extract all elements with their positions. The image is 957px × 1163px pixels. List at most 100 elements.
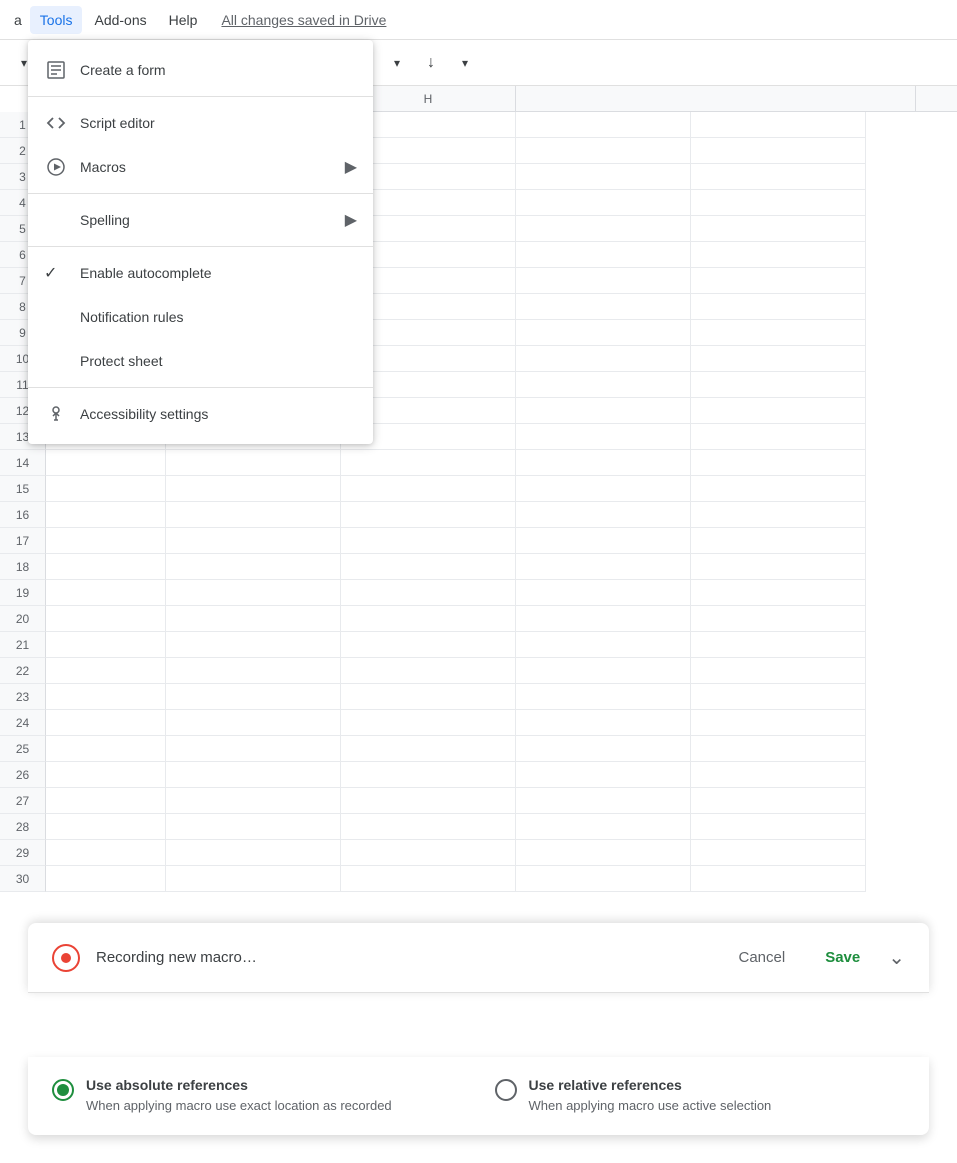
cell[interactable] [691, 398, 866, 424]
cell[interactable] [46, 476, 166, 502]
valign-dropdown[interactable]: ▾ [449, 47, 481, 79]
cell[interactable] [516, 164, 691, 190]
cell[interactable] [516, 658, 691, 684]
cell[interactable] [691, 684, 866, 710]
cell[interactable] [166, 788, 341, 814]
cell[interactable] [341, 606, 516, 632]
cell[interactable] [516, 242, 691, 268]
addons-menu[interactable]: Add-ons [84, 6, 156, 34]
cell[interactable] [691, 606, 866, 632]
cell[interactable] [46, 710, 166, 736]
cell[interactable] [516, 528, 691, 554]
cell[interactable] [166, 658, 341, 684]
cell[interactable] [516, 502, 691, 528]
help-menu[interactable]: Help [159, 6, 208, 34]
cell[interactable] [341, 736, 516, 762]
cell[interactable] [691, 502, 866, 528]
cell[interactable] [341, 502, 516, 528]
macro-option-relative[interactable]: Use relative referencesWhen applying mac… [495, 1077, 906, 1115]
cell[interactable] [516, 736, 691, 762]
cell[interactable] [516, 372, 691, 398]
cell[interactable] [341, 684, 516, 710]
menu-item-accessibility[interactable]: Accessibility settings [28, 392, 373, 436]
cell[interactable] [166, 814, 341, 840]
cell[interactable] [46, 606, 166, 632]
cell[interactable] [691, 476, 866, 502]
cell[interactable] [516, 762, 691, 788]
cell[interactable] [46, 866, 166, 892]
cell[interactable] [516, 632, 691, 658]
cell[interactable] [166, 580, 341, 606]
macro-chevron-icon[interactable]: ⌄ [888, 945, 905, 970]
cell[interactable] [691, 814, 866, 840]
cell[interactable] [691, 866, 866, 892]
cell[interactable] [166, 450, 341, 476]
cell[interactable] [166, 840, 341, 866]
cell[interactable] [341, 814, 516, 840]
cell[interactable] [691, 840, 866, 866]
cell[interactable] [341, 476, 516, 502]
cell[interactable] [516, 710, 691, 736]
cell[interactable] [516, 450, 691, 476]
cell[interactable] [46, 814, 166, 840]
cell[interactable] [516, 190, 691, 216]
cell[interactable] [46, 554, 166, 580]
save-button[interactable]: Save [813, 941, 872, 974]
cell[interactable] [46, 632, 166, 658]
cell[interactable] [691, 216, 866, 242]
cell[interactable] [46, 762, 166, 788]
cell[interactable] [691, 294, 866, 320]
align-dropdown[interactable]: ▾ [381, 47, 413, 79]
cell[interactable] [691, 632, 866, 658]
radio-absolute[interactable] [52, 1079, 74, 1101]
cell[interactable] [516, 580, 691, 606]
cell[interactable] [341, 840, 516, 866]
cell[interactable] [341, 528, 516, 554]
menu-item-script-editor[interactable]: Script editor [28, 101, 373, 145]
cell[interactable] [691, 580, 866, 606]
cell[interactable] [46, 788, 166, 814]
cell[interactable] [341, 658, 516, 684]
menu-item-protect-sheet[interactable]: Protect sheet [28, 339, 373, 383]
cell[interactable] [166, 476, 341, 502]
cell[interactable] [691, 320, 866, 346]
cell[interactable] [516, 112, 691, 138]
cell[interactable] [166, 684, 341, 710]
menu-item-notification-rules[interactable]: Notification rules [28, 295, 373, 339]
cell[interactable] [46, 502, 166, 528]
menu-item-macros[interactable]: Macros▶ [28, 145, 373, 189]
cell[interactable] [46, 840, 166, 866]
cell[interactable] [516, 554, 691, 580]
cell[interactable] [516, 216, 691, 242]
cell[interactable] [691, 268, 866, 294]
cell[interactable] [516, 138, 691, 164]
cell[interactable] [516, 866, 691, 892]
cell[interactable] [341, 866, 516, 892]
cell[interactable] [691, 164, 866, 190]
cell[interactable] [691, 138, 866, 164]
cell[interactable] [691, 112, 866, 138]
cell[interactable] [516, 788, 691, 814]
cell[interactable] [516, 424, 691, 450]
cell[interactable] [516, 606, 691, 632]
tools-menu[interactable]: Tools [30, 6, 83, 34]
cell[interactable] [516, 398, 691, 424]
cell[interactable] [691, 658, 866, 684]
cell[interactable] [166, 866, 341, 892]
cell[interactable] [341, 554, 516, 580]
cell[interactable] [516, 294, 691, 320]
cell[interactable] [341, 762, 516, 788]
cell[interactable] [691, 346, 866, 372]
cell[interactable] [691, 190, 866, 216]
cell[interactable] [516, 476, 691, 502]
cell[interactable] [341, 580, 516, 606]
cell[interactable] [341, 710, 516, 736]
cell[interactable] [46, 528, 166, 554]
cell[interactable] [691, 424, 866, 450]
cell[interactable] [46, 736, 166, 762]
cancel-button[interactable]: Cancel [726, 941, 797, 974]
cell[interactable] [516, 320, 691, 346]
cell[interactable] [691, 372, 866, 398]
menu-item-spelling[interactable]: Spelling▶ [28, 198, 373, 242]
menu-item-autocomplete[interactable]: ✓Enable autocomplete [28, 251, 373, 295]
